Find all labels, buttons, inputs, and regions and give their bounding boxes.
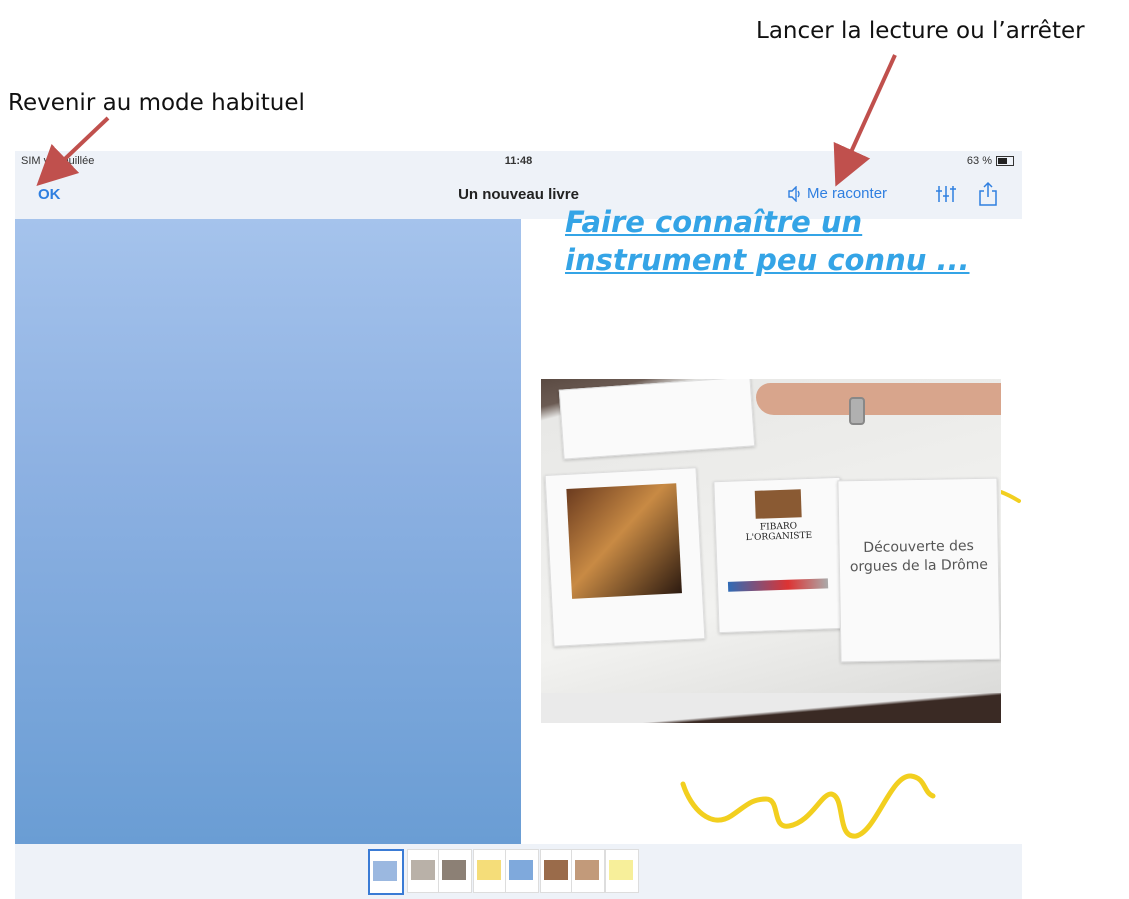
annotation-back-to-normal: Revenir au mode habituel bbox=[8, 90, 305, 116]
page-thumbnail-3[interactable] bbox=[438, 849, 472, 893]
page-title-line-1[interactable]: Faire connaître un bbox=[565, 205, 862, 239]
page-thumbnail-4[interactable] bbox=[473, 849, 507, 893]
sliders-icon bbox=[936, 186, 956, 202]
ipad-screen: SIM verrouillée 11:48 63 % OK Un nouveau… bbox=[15, 151, 1022, 899]
watch bbox=[849, 397, 865, 425]
sliders-button[interactable] bbox=[935, 183, 957, 210]
read-aloud-button[interactable]: Me raconter bbox=[788, 185, 887, 202]
flyer-right-text: Découverte des orgues de la Drôme bbox=[849, 538, 989, 576]
read-aloud-label: Me raconter bbox=[807, 185, 888, 202]
flyer-color-strip bbox=[727, 578, 829, 592]
page-thumbnail-2[interactable] bbox=[407, 849, 441, 893]
navigation-bar: OK Un nouveau livre Me raconter bbox=[15, 173, 1022, 219]
status-time: 11:48 bbox=[504, 155, 533, 167]
battery-icon bbox=[996, 156, 1014, 166]
flyer-concert bbox=[544, 467, 706, 647]
battery-percent: 63 % bbox=[966, 155, 992, 167]
photo-flyers-on-table[interactable]: FIBARO L'ORGANISTE Découverte des orgues… bbox=[541, 379, 1001, 723]
flyer-top bbox=[558, 379, 756, 460]
flyer-mini-image bbox=[754, 489, 802, 519]
page-thumbnail-5[interactable] bbox=[505, 849, 539, 893]
speaker-icon bbox=[788, 185, 800, 202]
page-thumbnail-8[interactable] bbox=[605, 849, 639, 893]
page-thumbnail-strip bbox=[15, 844, 1022, 899]
table-edge bbox=[541, 693, 1001, 723]
yellow-stroke-small[interactable] bbox=[1001, 489, 1021, 509]
page-thumbnail-7[interactable] bbox=[571, 849, 605, 893]
flyer-orgues-drome: Découverte des orgues de la Drôme bbox=[837, 477, 1001, 663]
status-bar: SIM verrouillée 11:48 63 % bbox=[15, 151, 1022, 173]
status-battery: 63 % bbox=[967, 155, 1014, 167]
page-thumbnail-1[interactable] bbox=[368, 849, 404, 895]
page-thumbnail-6[interactable] bbox=[540, 849, 574, 893]
right-page: Faire connaître un instrument peu connu … bbox=[521, 205, 1022, 844]
share-icon bbox=[979, 181, 997, 206]
left-page-background bbox=[15, 219, 521, 844]
page-title-line-2[interactable]: instrument peu connu ... bbox=[565, 243, 970, 277]
flyer-painting bbox=[566, 483, 682, 599]
yellow-doodle-drawing[interactable] bbox=[671, 754, 941, 844]
hand bbox=[756, 383, 1001, 415]
annotation-play-stop: Lancer la lecture ou l’arrêter bbox=[756, 18, 1085, 44]
flyer-organiste: FIBARO L'ORGANISTE bbox=[713, 476, 846, 634]
share-button[interactable] bbox=[978, 181, 998, 212]
